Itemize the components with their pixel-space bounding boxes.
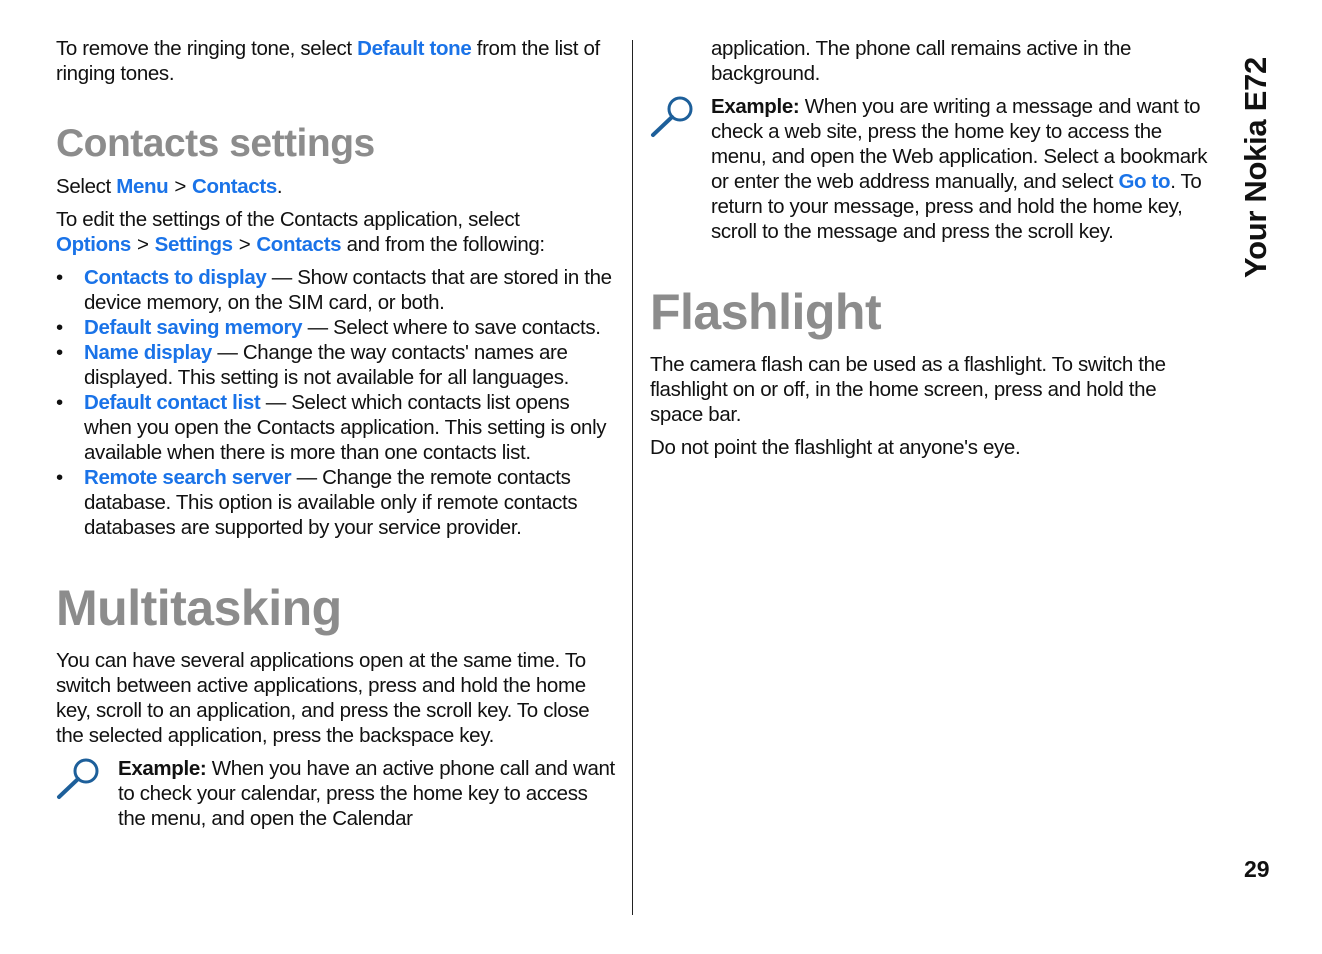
contacts-settings-heading: Contacts settings bbox=[56, 122, 375, 165]
example-label: Example: bbox=[118, 757, 207, 780]
example-web: Example: When you are writing a message … bbox=[650, 94, 1212, 244]
bullet-icon: • bbox=[56, 341, 63, 364]
default-tone-link[interactable]: Default tone bbox=[357, 37, 472, 60]
settings-link[interactable]: Settings bbox=[155, 233, 233, 256]
magnifier-icon bbox=[651, 96, 693, 137]
right-column: application. The phone call remains acti… bbox=[650, 36, 1212, 460]
example-calendar: Example: When you have an active phone c… bbox=[56, 756, 618, 831]
bullet-icon: • bbox=[56, 266, 63, 289]
multitasking-body: You can have several applications open a… bbox=[56, 649, 590, 747]
flashlight-heading: Flashlight bbox=[650, 284, 882, 340]
list-item: • Contacts to display — Show contacts tha… bbox=[56, 266, 612, 314]
example-calendar-text: Example: When you have an active phone c… bbox=[118, 757, 615, 830]
default-contact-list-term[interactable]: Default contact list bbox=[84, 391, 261, 414]
bullet-icon: • bbox=[56, 466, 63, 489]
example-web-text: Example: When you are writing a message … bbox=[711, 95, 1208, 243]
edit-settings-paragraph: To edit the settings of the Contacts app… bbox=[56, 208, 545, 256]
magnifier-icon bbox=[57, 758, 99, 799]
default-saving-memory-term[interactable]: Default saving memory bbox=[84, 316, 303, 339]
ringing-tone-paragraph: To remove the ringing tone, select Defau… bbox=[56, 37, 600, 85]
multitasking-heading: Multitasking bbox=[56, 580, 342, 636]
menu-link[interactable]: Menu bbox=[116, 175, 168, 198]
column-divider bbox=[632, 40, 633, 915]
go-to-link[interactable]: Go to bbox=[1118, 170, 1170, 193]
example-continued-text: application. The phone call remains acti… bbox=[711, 37, 1132, 85]
contacts-path: Select Menu > Contacts. bbox=[56, 175, 283, 198]
list-item: • Name display — Change the way contacts'… bbox=[56, 341, 569, 389]
bullet-icon: • bbox=[56, 316, 63, 339]
list-item: • Default saving memory — Select where to… bbox=[56, 316, 601, 339]
left-column: To remove the ringing tone, select Defau… bbox=[56, 36, 618, 831]
contacts-settings-link[interactable]: Contacts bbox=[256, 233, 341, 256]
chapter-tab: Your Nokia E72 bbox=[1238, 57, 1273, 278]
list-item: • Default contact list — Select which con… bbox=[56, 391, 607, 464]
bullet-icon: • bbox=[56, 391, 63, 414]
name-display-term[interactable]: Name display bbox=[84, 341, 212, 364]
example-label: Example: bbox=[711, 95, 800, 118]
list-item: • Remote search server — Change the remot… bbox=[56, 466, 578, 539]
flashlight-body: The camera flash can be used as a flashl… bbox=[650, 353, 1166, 426]
flashlight-warning: Do not point the flashlight at anyone's … bbox=[650, 436, 1021, 459]
contacts-settings-list: • Contacts to display — Show contacts tha… bbox=[56, 265, 618, 540]
contacts-link[interactable]: Contacts bbox=[192, 175, 277, 198]
remote-search-server-term[interactable]: Remote search server bbox=[84, 466, 292, 489]
options-link[interactable]: Options bbox=[56, 233, 131, 256]
page-number: 29 bbox=[1244, 856, 1270, 882]
contacts-to-display-term[interactable]: Contacts to display bbox=[84, 266, 267, 289]
